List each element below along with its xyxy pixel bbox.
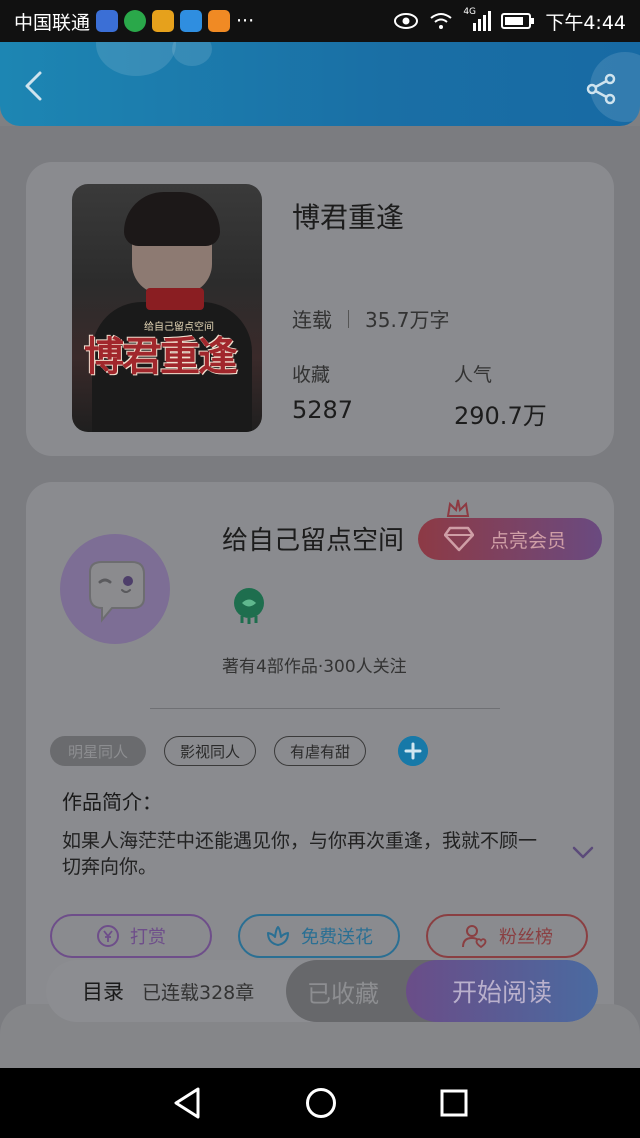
news-app-icon bbox=[152, 10, 175, 32]
carrier-label: 中国联通 bbox=[14, 11, 91, 34]
chapter-count: 已连载328章 bbox=[142, 981, 255, 1004]
tag-item[interactable]: 明星同人 bbox=[50, 736, 146, 766]
baidu-app-icon bbox=[96, 10, 119, 32]
book-title: 博君重逢 bbox=[292, 201, 405, 234]
meta-divider bbox=[348, 309, 349, 328]
collect-value: 5287 bbox=[292, 396, 354, 424]
eye-icon bbox=[394, 13, 419, 29]
flower-icon bbox=[267, 926, 289, 946]
intro-title: 作品简介： bbox=[62, 790, 162, 814]
favorited-label: 已收藏 bbox=[307, 979, 379, 1008]
section-divider bbox=[150, 708, 500, 709]
book-status: 连载 bbox=[292, 308, 332, 332]
book-meta: 连载 35.7万字 bbox=[292, 304, 450, 333]
avatar[interactable] bbox=[60, 534, 170, 644]
decor-bubble bbox=[96, 42, 176, 76]
author-name: 给自己留点空间 bbox=[222, 526, 405, 556]
more-notifications: ··· bbox=[236, 10, 255, 32]
clock: 下午4:44 bbox=[545, 11, 626, 34]
back-icon[interactable] bbox=[20, 70, 48, 102]
book-cover[interactable]: 给自己留点空间 博君重逢 bbox=[72, 184, 262, 432]
tag-item[interactable]: 有虐有甜 bbox=[274, 736, 366, 766]
fans-ranking-label: 粉丝榜 bbox=[499, 927, 553, 948]
tag-item[interactable]: 影视同人 bbox=[164, 736, 256, 766]
wifi-icon bbox=[430, 13, 452, 29]
send-flower-button[interactable]: 免费送花 bbox=[238, 914, 400, 958]
intro-text: 如果人海茫茫中还能遇见你，与你再次重逢，我就不顾一切奔向你。 bbox=[62, 830, 538, 878]
share-icon[interactable] bbox=[584, 72, 618, 106]
player-app-icon bbox=[208, 10, 231, 32]
popularity-value: 290.7万 bbox=[454, 402, 547, 430]
popularity-label: 人气 bbox=[454, 364, 493, 386]
start-reading-button[interactable]: 开始阅读 bbox=[406, 960, 598, 1022]
nav-back-icon[interactable] bbox=[172, 1086, 202, 1120]
book-detail-page: 给自己留点空间 博君重逢 博君重逢 连载 35.7万字 收藏 5287 人气 2… bbox=[0, 126, 640, 1082]
start-reading-label: 开始阅读 bbox=[451, 978, 552, 1007]
diamond-icon bbox=[444, 526, 474, 552]
vip-button-label: 点亮会员 bbox=[490, 529, 567, 552]
author-works-info: 著有4部作品·300人关注 bbox=[222, 657, 407, 677]
nav-recents-icon[interactable] bbox=[440, 1089, 468, 1117]
fans-ranking-button[interactable]: 粉丝榜 bbox=[426, 914, 588, 958]
word-count: 35.7万字 bbox=[365, 308, 450, 332]
status-bar: 中国联通 ··· 4G 下午4:44 bbox=[0, 0, 640, 42]
table-of-contents-button[interactable]: 目录 bbox=[82, 976, 124, 1006]
user-heart-icon bbox=[462, 925, 487, 949]
reward-button[interactable]: 打赏 bbox=[50, 914, 212, 958]
yen-coin-icon bbox=[97, 925, 119, 947]
book-info-card: 给自己留点空间 博君重逢 博君重逢 连载 35.7万字 收藏 5287 人气 2… bbox=[26, 162, 614, 456]
browser-app-icon bbox=[180, 10, 203, 32]
collect-label: 收藏 bbox=[292, 364, 331, 386]
add-tag-icon[interactable] bbox=[398, 736, 428, 766]
decor-bubble bbox=[172, 42, 212, 66]
network-type: 4G bbox=[463, 7, 477, 17]
video-app-icon bbox=[124, 10, 147, 32]
nav-home-icon[interactable] bbox=[305, 1087, 337, 1119]
reading-action-bar: 目录 已连载328章 已收藏 开始阅读 bbox=[46, 960, 598, 1022]
chevron-down-icon[interactable] bbox=[572, 846, 594, 860]
crown-icon bbox=[446, 499, 470, 517]
system-navigation-bar bbox=[0, 1068, 640, 1138]
header bbox=[0, 42, 640, 126]
cover-title: 博君重逢 bbox=[84, 333, 238, 380]
battery-icon bbox=[501, 13, 535, 29]
chat-bubble-icon bbox=[89, 561, 145, 623]
reward-label: 打赏 bbox=[130, 927, 166, 948]
send-flower-label: 免费送花 bbox=[301, 927, 373, 948]
author-badge-icon bbox=[234, 588, 264, 624]
